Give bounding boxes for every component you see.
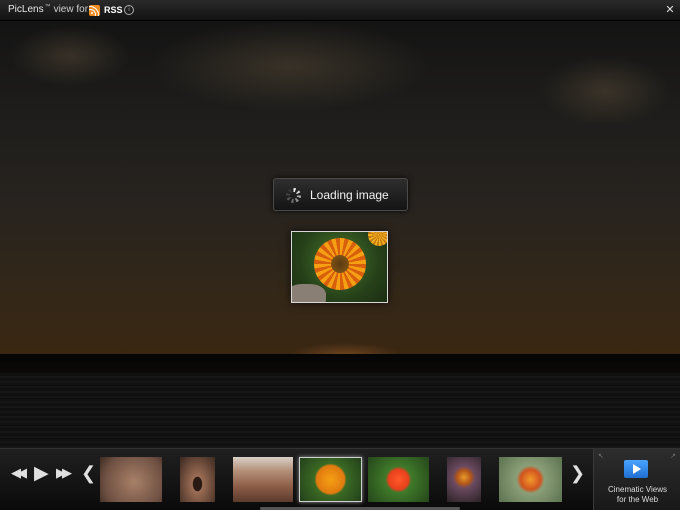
- view-for-label: view for: [53, 4, 89, 15]
- thumbnail-6[interactable]: [447, 457, 481, 502]
- promo-line-1: Cinematic Views: [608, 485, 667, 494]
- close-icon: ✕: [665, 4, 675, 16]
- next-page-button[interactable]: ❯: [570, 463, 585, 484]
- thumbnail-2[interactable]: [180, 457, 215, 502]
- sky-cloud: [10, 26, 130, 86]
- trademark-mark: ™: [44, 4, 51, 10]
- loading-spinner-icon: [286, 188, 301, 203]
- piclens-window: PicLens™ view for RSS i ✕ Loading image ◀…: [0, 0, 680, 510]
- corner-arrow-icon: ↗: [670, 453, 676, 460]
- feed-name: RSS: [104, 5, 123, 15]
- loading-text: Loading image: [310, 188, 389, 202]
- previous-page-button[interactable]: ❮: [81, 463, 96, 484]
- cinematic-views-promo[interactable]: ↖ ↗ Cinematic Views for the Web: [593, 449, 680, 510]
- play-screen-icon: [624, 460, 648, 478]
- promo-text: Cinematic Views for the Web: [594, 485, 680, 505]
- app-name: PicLens: [8, 4, 44, 15]
- app-title: PicLens™ view for: [8, 4, 88, 15]
- promo-line-2: for the Web: [616, 495, 659, 504]
- close-button[interactable]: ✕: [660, 0, 680, 21]
- flower-center: [331, 255, 349, 273]
- sky-cloud: [540, 56, 670, 126]
- rss-feed-icon: [89, 5, 100, 16]
- rewind-icon: ◀◀: [11, 465, 27, 480]
- fast-forward-icon: ▶▶: [56, 465, 72, 480]
- loading-indicator: Loading image: [273, 178, 408, 211]
- sea: [0, 373, 680, 448]
- horizon-land: [0, 354, 680, 374]
- photo-stage: Loading image: [0, 21, 680, 448]
- thumbnail-1[interactable]: [100, 457, 162, 502]
- chevron-left-icon: ❮: [81, 463, 97, 483]
- fast-forward-button[interactable]: ▶▶: [56, 465, 72, 481]
- sky-cloud: [150, 21, 430, 111]
- thumbnail-5[interactable]: [368, 457, 429, 502]
- info-icon[interactable]: i: [124, 5, 134, 15]
- thumbnail-4-selected[interactable]: [299, 457, 362, 502]
- title-bar: PicLens™ view for RSS i ✕: [0, 0, 680, 21]
- play-icon: ▶: [34, 463, 49, 484]
- thumbnail-7[interactable]: [499, 457, 562, 502]
- filmstrip-bar: ◀◀ ▶ ▶▶ ❮ ❯ ↖ ↗ Cinematic Views for the …: [0, 448, 680, 510]
- chevron-right-icon: ❯: [570, 463, 586, 483]
- loading-preview-image: [291, 231, 388, 303]
- rewind-button[interactable]: ◀◀: [11, 465, 27, 481]
- thumbnail-3[interactable]: [233, 457, 293, 502]
- play-button[interactable]: ▶: [34, 462, 49, 485]
- corner-arrow-icon: ↖: [598, 453, 604, 460]
- ground-patch: [292, 284, 326, 302]
- flower-petals: [368, 232, 387, 246]
